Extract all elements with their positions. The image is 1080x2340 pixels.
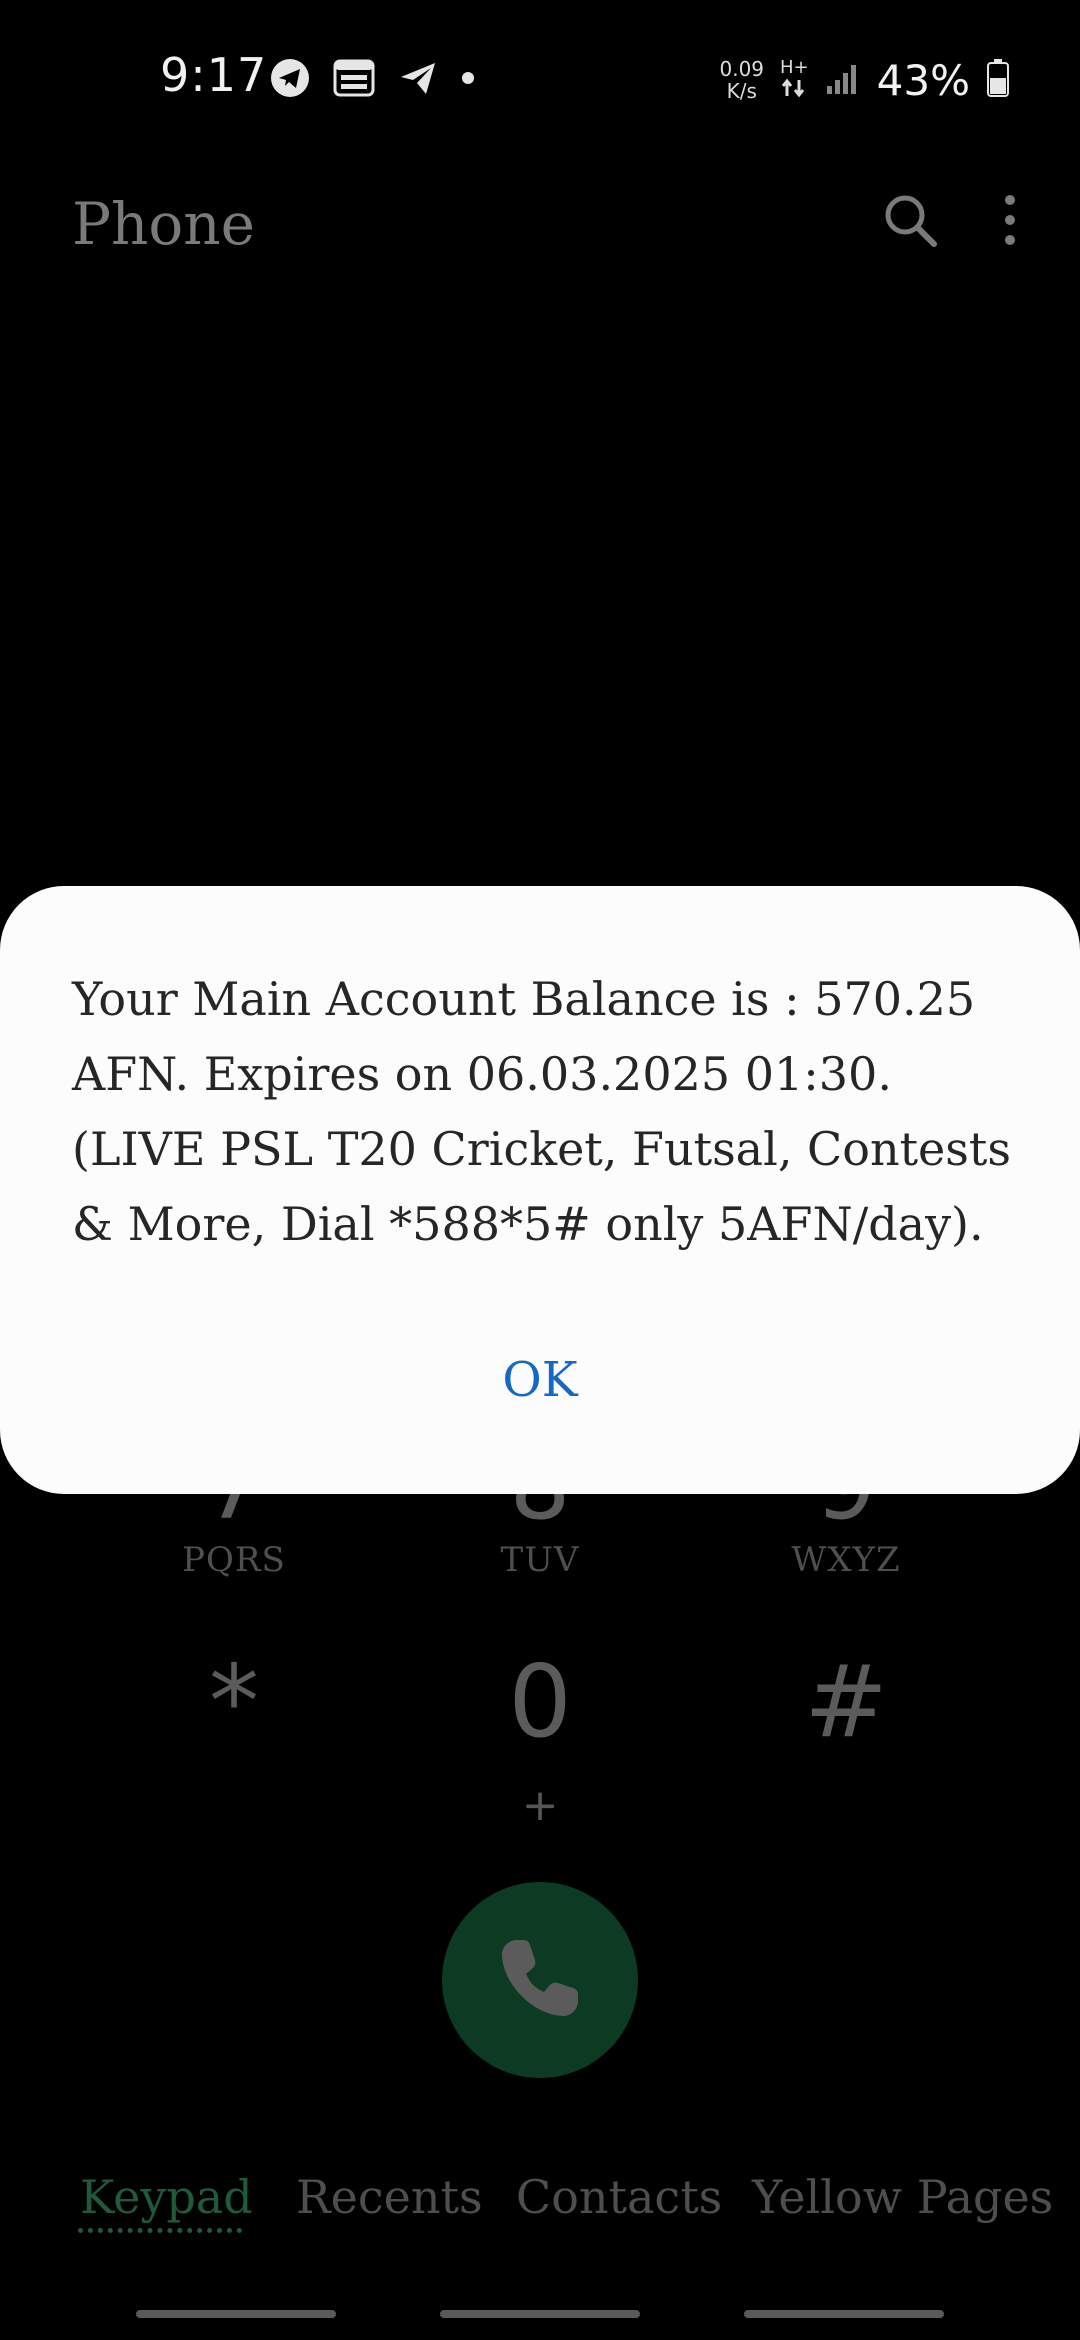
tab-keypad[interactable]: Keypad <box>80 2170 253 2224</box>
net-speed-unit: K/s <box>726 79 757 103</box>
plus-label: + <box>521 1780 559 1831</box>
app-bar-actions <box>880 190 1020 254</box>
key-symbol: # <box>804 1643 888 1760</box>
page-title: Phone <box>72 190 255 258</box>
notification-icons <box>270 56 476 104</box>
active-tab-indicator <box>78 2228 242 2233</box>
key-letters: TUV <box>500 1540 580 1580</box>
tab-yellow-pages[interactable]: Yellow Pages <box>752 2170 1053 2224</box>
key-symbol: * <box>209 1643 259 1760</box>
dialog-message: Your Main Account Balance is : 570.25 AF… <box>72 972 1011 1251</box>
battery-icon <box>986 58 1010 102</box>
dot-icon <box>460 70 476 90</box>
key-letters: PQRS <box>182 1540 286 1580</box>
calendar-app-icon <box>332 56 376 104</box>
net-speed: 0.09 K/s <box>719 58 764 102</box>
telegram-icon <box>270 58 310 102</box>
key-symbol: 0 <box>508 1643 572 1760</box>
key-hash[interactable]: # <box>736 1642 956 1762</box>
data-arrows-icon: H+ <box>780 58 809 102</box>
phone-icon <box>494 1932 586 2028</box>
key-star[interactable]: * <box>124 1642 344 1762</box>
battery-percent: 43% <box>876 55 970 105</box>
net-type: H+ <box>780 57 809 78</box>
send-icon <box>398 58 438 102</box>
system-icons: 0.09 K/s H+ 43% <box>719 52 1010 108</box>
more-options-icon[interactable] <box>1000 190 1020 254</box>
call-button[interactable] <box>442 1882 638 2078</box>
status-bar: 9:17 0.09 K/s H+ 43% <box>0 0 1080 160</box>
bottom-tabs: Keypad Recents Contacts Yellow Pages <box>0 2170 1080 2250</box>
tab-contacts[interactable]: Contacts <box>516 2170 722 2224</box>
status-time: 9:17 <box>160 48 268 102</box>
search-icon[interactable] <box>880 190 940 254</box>
key-letters: WXYZ <box>791 1540 901 1580</box>
net-speed-value: 0.09 <box>719 57 765 81</box>
tab-recents[interactable]: Recents <box>296 2170 483 2224</box>
ok-button[interactable]: OK <box>0 1352 1080 1408</box>
ussd-dialog: Your Main Account Balance is : 570.25 AF… <box>0 886 1080 1494</box>
nav-bar-segment <box>440 2310 640 2318</box>
nav-bar-segment <box>136 2310 336 2318</box>
nav-bar-segment <box>744 2310 944 2318</box>
signal-icon <box>825 60 861 100</box>
key-0[interactable]: 0 <box>430 1642 650 1762</box>
